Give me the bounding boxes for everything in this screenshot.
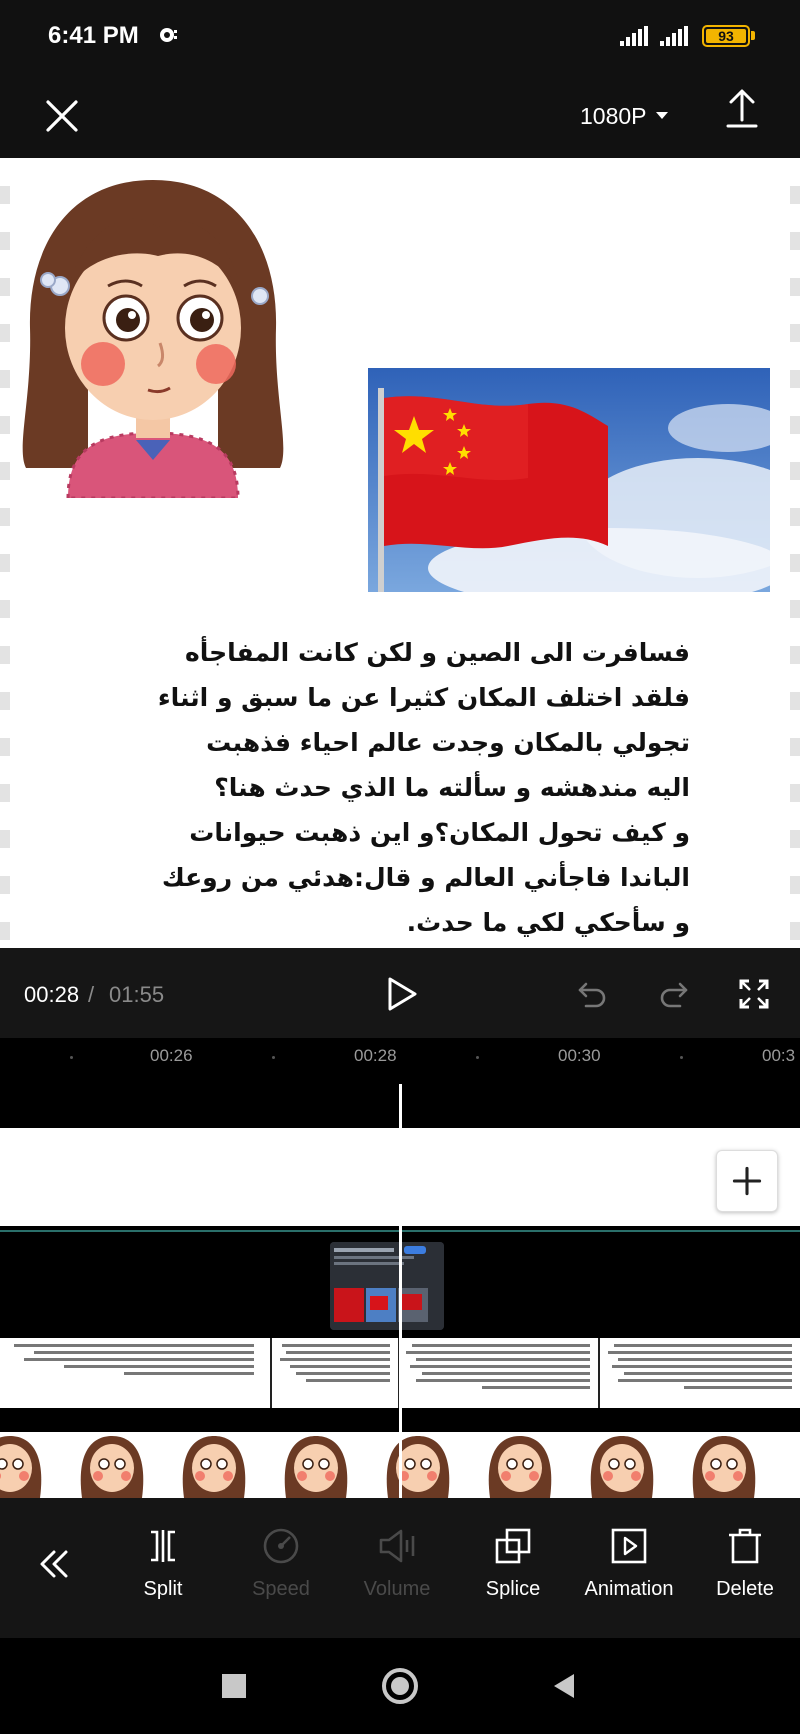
ruler-dot <box>70 1056 73 1059</box>
face-thumbnail <box>266 1432 366 1498</box>
splice-button[interactable]: Splice <box>458 1526 568 1601</box>
delete-label: Delete <box>716 1578 774 1600</box>
ruler-label: 00:26 <box>150 1046 193 1065</box>
speed-button[interactable]: Speed <box>226 1526 336 1601</box>
collapse-back-icon[interactable] <box>36 1544 72 1584</box>
animation-icon <box>611 1528 647 1564</box>
add-clip-button[interactable] <box>716 1150 778 1212</box>
face-thumbnail <box>572 1432 672 1498</box>
timeline[interactable]: 00:26 00:28 00:30 00:3 <box>0 1038 800 1498</box>
recents-icon[interactable] <box>222 1674 246 1698</box>
overlay-clip[interactable] <box>330 1242 444 1330</box>
trash-icon <box>729 1528 761 1564</box>
face-thumbnail <box>62 1432 162 1498</box>
text-clip[interactable] <box>600 1338 800 1408</box>
status-bar: 6:41 PM 93 <box>0 0 800 72</box>
ruler-dot <box>476 1056 479 1059</box>
overlay-clip-thumbnail <box>330 1242 444 1330</box>
delete-button[interactable]: Delete <box>690 1526 800 1601</box>
video-preview[interactable]: فسافرت الى الصين و لكن كانت المفاجأه فلق… <box>0 158 800 948</box>
split-button[interactable]: Split <box>108 1526 218 1601</box>
play-icon[interactable] <box>386 976 418 1012</box>
undo-icon[interactable] <box>576 978 608 1010</box>
text-clip[interactable] <box>0 1338 272 1408</box>
animation-label: Animation <box>584 1578 674 1600</box>
splice-icon <box>495 1528 531 1564</box>
text-clip[interactable] <box>400 1338 600 1408</box>
status-time: 6:41 PM <box>48 22 139 49</box>
editor-top-bar: 1080P <box>0 72 800 158</box>
battery-level: 93 <box>706 29 746 43</box>
time-separator: / <box>88 982 95 1007</box>
girl-illustration <box>22 180 284 498</box>
export-icon[interactable] <box>722 84 762 132</box>
signal-icon <box>620 26 648 46</box>
volume-label: Volume <box>363 1578 431 1600</box>
home-icon[interactable] <box>382 1668 418 1704</box>
resolution-label: 1080P <box>580 102 647 129</box>
close-icon[interactable] <box>44 98 80 134</box>
face-thumbnail <box>164 1432 264 1498</box>
animation-button[interactable]: Animation <box>574 1526 684 1601</box>
face-thumbnail <box>674 1432 774 1498</box>
volume-icon <box>379 1529 415 1563</box>
face-thumbnail <box>470 1432 570 1498</box>
battery-cap <box>751 31 755 40</box>
caret-down-icon <box>655 112 668 119</box>
edit-toolbar: Split Speed Volume Splice Animation Dele… <box>0 1498 800 1638</box>
ruler-label: 00:28 <box>354 1046 397 1065</box>
volume-button[interactable]: Volume <box>342 1526 452 1601</box>
face-thumbnail <box>368 1432 468 1498</box>
speed-icon <box>263 1528 299 1564</box>
text-clip-preview <box>14 1344 254 1375</box>
signal-icon-2 <box>660 26 688 46</box>
ruler-label: 00:3 <box>762 1046 796 1065</box>
redo-icon[interactable] <box>658 978 690 1010</box>
notification-icon <box>160 28 177 42</box>
face-thumbnail <box>0 1432 60 1498</box>
split-label: Split <box>143 1578 183 1600</box>
story-text: فسافرت الى الصين و لكن كانت المفاجأه فلق… <box>157 638 690 937</box>
resolution-dropdown[interactable]: 1080P <box>580 96 669 136</box>
current-time: 00:28 <box>24 982 80 1007</box>
ruler-dot <box>680 1056 683 1059</box>
back-icon[interactable] <box>552 1673 576 1699</box>
system-nav-bar <box>0 1638 800 1734</box>
total-time: 01:55 <box>109 982 165 1007</box>
splice-label: Splice <box>485 1578 541 1600</box>
flag-photo <box>368 368 770 592</box>
ruler-dot <box>272 1056 275 1059</box>
playhead[interactable] <box>399 1084 402 1498</box>
split-icon <box>151 1530 175 1562</box>
playback-bar: 00:28 / 01:55 <box>0 948 800 1038</box>
home-icon-inner <box>391 1677 409 1695</box>
preview-edge-right <box>790 158 800 948</box>
battery-icon: 93 <box>702 25 750 47</box>
speed-label: Speed <box>252 1578 310 1600</box>
text-clip-preview <box>280 1344 390 1382</box>
ruler-label: 00:30 <box>558 1046 601 1065</box>
text-clip-preview <box>608 1344 792 1389</box>
fullscreen-icon[interactable] <box>738 978 770 1010</box>
text-clip[interactable] <box>274 1338 400 1408</box>
text-clip-preview <box>406 1344 590 1389</box>
